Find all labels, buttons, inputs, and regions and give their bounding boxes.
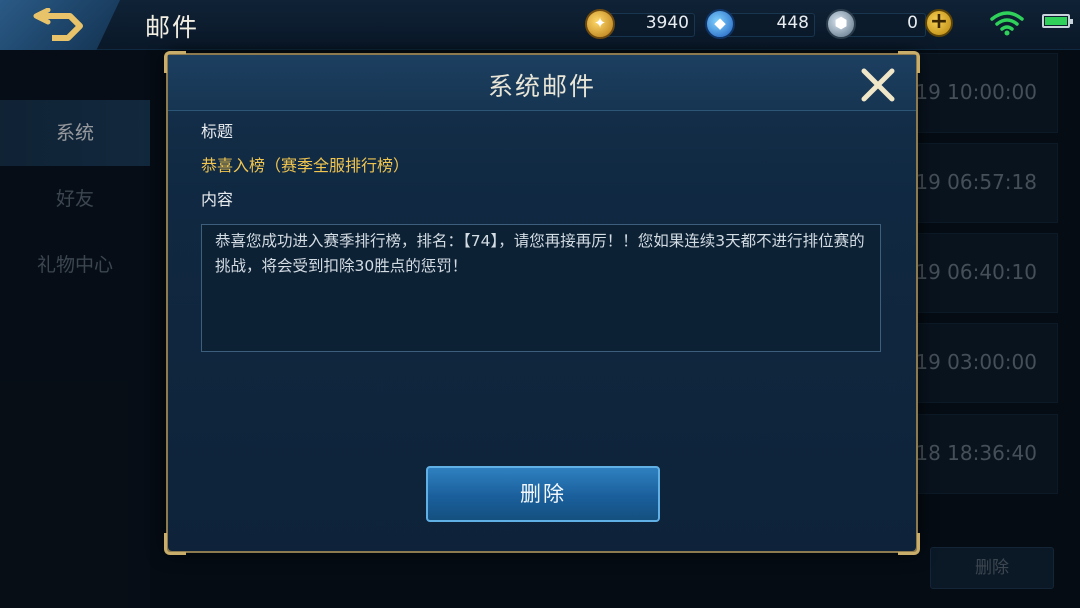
diamond-value: 448 [776, 13, 809, 33]
corner-ornament [898, 533, 920, 555]
dialog-header: 系统邮件 [168, 55, 916, 111]
system-mail-dialog: 系统邮件 标题 恭喜入榜（赛季全服排行榜） 内容 恭喜您成功进入赛季排行榜，排名… [164, 51, 920, 555]
dialog-title: 系统邮件 [487, 72, 596, 101]
delete-button[interactable]: 删除 [426, 466, 660, 522]
content-label: 内容 [201, 190, 234, 209]
diamond-icon: ◆ [705, 9, 735, 39]
corner-ornament [164, 533, 186, 555]
subject-label: 标题 [201, 122, 234, 141]
gold-coin-icon: ✦ [585, 9, 615, 39]
battery-level [1045, 17, 1067, 25]
voucher-value: 0 [907, 13, 918, 33]
close-button[interactable] [858, 65, 898, 105]
voucher-currency: ⬢ 0 [826, 9, 926, 39]
back-button[interactable] [0, 0, 120, 56]
mail-content-box[interactable]: 恭喜您成功进入赛季排行榜，排名：【74】，请您再接再厉！！您如果连续3天都不进行… [201, 224, 881, 352]
back-arrow-icon [33, 8, 83, 41]
mail-subject: 恭喜入榜（赛季全服排行榜） [201, 156, 410, 175]
wifi-icon [990, 11, 1024, 36]
gold-currency: ✦ 3940 [585, 9, 695, 39]
battery-icon [1042, 14, 1073, 28]
top-bar: 邮件 ✦ 3940 ◆ 448 ⬢ 0 + [0, 0, 1080, 56]
voucher-icon: ⬢ [826, 9, 856, 39]
gold-value: 3940 [645, 13, 689, 33]
mail-content: 恭喜您成功进入赛季排行榜，排名：【74】，请您再接再厉！！您如果连续3天都不进行… [215, 232, 865, 275]
close-icon [861, 68, 895, 102]
diamond-currency: ◆ 448 [705, 9, 815, 39]
page-title: 邮件 [145, 13, 200, 42]
add-currency-button[interactable]: + [925, 9, 953, 37]
